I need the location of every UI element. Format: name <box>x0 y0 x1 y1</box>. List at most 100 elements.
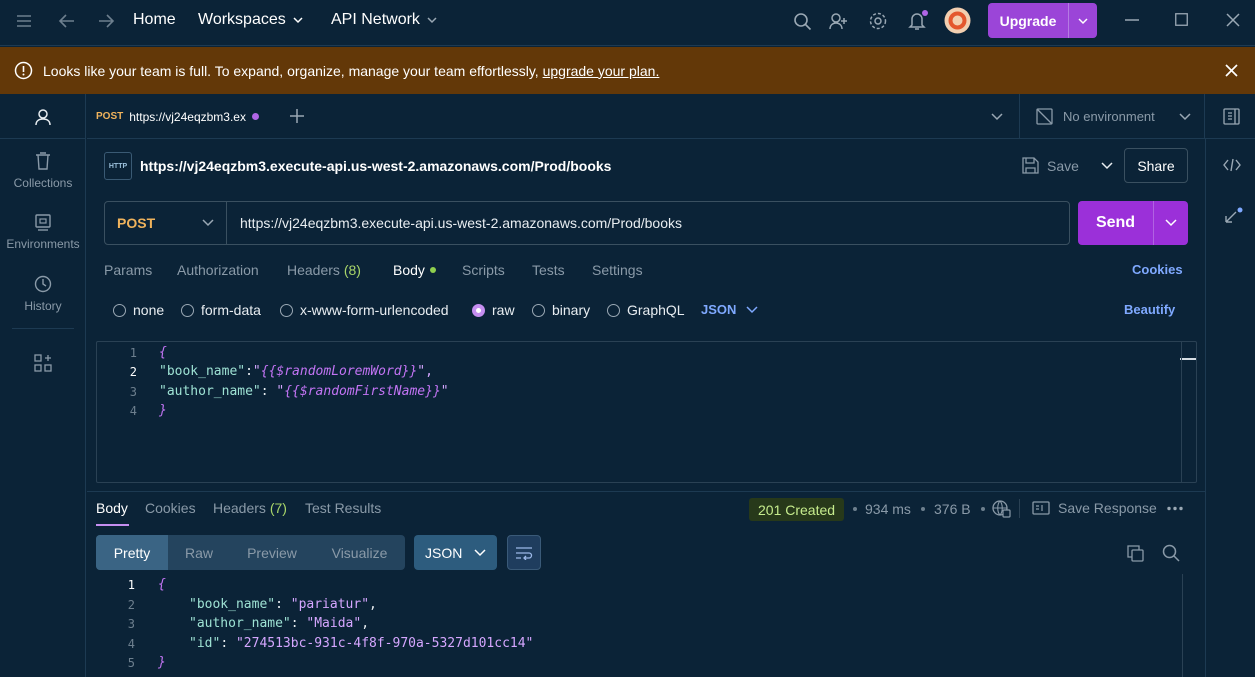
tab-label: Body <box>96 500 128 516</box>
response-format-select[interactable]: JSON <box>414 535 497 570</box>
response-view-tabs: Pretty Raw Preview Visualize <box>96 535 405 570</box>
chevron-down-icon[interactable] <box>1069 17 1097 25</box>
settings-gear-icon[interactable] <box>868 11 888 31</box>
network-globe-icon[interactable] <box>992 500 1011 518</box>
tab-label: Headers <box>213 500 266 516</box>
tab-authorization[interactable]: Authorization <box>177 262 259 278</box>
raw-format-select[interactable]: JSON <box>701 302 758 317</box>
related-collections-icon[interactable] <box>1223 207 1243 225</box>
save-button[interactable]: Save <box>1022 148 1113 183</box>
back-arrow-icon[interactable] <box>58 13 76 29</box>
nav-workspaces[interactable]: Workspaces <box>198 11 304 29</box>
response-time[interactable]: 934 ms <box>865 501 911 517</box>
wrap-lines-button[interactable] <box>507 535 541 570</box>
upgrade-plan-link[interactable]: upgrade your plan. <box>543 63 660 79</box>
environment-selector[interactable]: No environment <box>1019 94 1204 139</box>
response-tab-body[interactable]: Body <box>96 500 128 516</box>
radio-binary[interactable]: binary <box>532 302 590 318</box>
code-line: "id": "274513bc-931c-4f8f-970a-5327d101c… <box>189 636 534 651</box>
cookies-link[interactable]: Cookies <box>1132 262 1183 277</box>
new-tab-plus-icon[interactable] <box>289 108 305 124</box>
chevron-down-icon[interactable] <box>1154 219 1188 227</box>
nav-home[interactable]: Home <box>133 11 176 29</box>
radio-graphql[interactable]: GraphQL <box>607 302 685 318</box>
tab-body[interactable]: Body <box>393 262 436 278</box>
wrap-lines-icon <box>516 546 533 560</box>
response-size[interactable]: 376 B <box>934 501 971 517</box>
sidebar-item-history[interactable]: History <box>0 275 86 313</box>
method-select[interactable]: POST <box>105 202 227 244</box>
tab-headers[interactable]: Headers (8) <box>287 262 361 278</box>
tab-label: Tests <box>532 262 565 278</box>
tab-label: Body <box>393 262 425 278</box>
url-bar: POST <box>104 201 1070 245</box>
radio-none[interactable]: none <box>113 302 164 318</box>
tabs-dropdown-chevron-icon[interactable] <box>991 113 1003 121</box>
sidebar-item-collections[interactable]: Collections <box>0 152 86 190</box>
radio-raw[interactable]: raw <box>472 302 515 318</box>
search-response-icon[interactable] <box>1162 544 1180 562</box>
view-tab-pretty[interactable]: Pretty <box>96 535 168 570</box>
request-name[interactable]: https://vj24eqzbm3.execute-api.us-west-2… <box>140 158 611 174</box>
response-scrollbar-track <box>1182 574 1183 677</box>
request-body-editor[interactable]: 1 2 3 4 { "book_name":"{{$randomLoremWor… <box>96 341 1197 483</box>
code-snippet-icon[interactable] <box>1223 158 1241 172</box>
more-options-icon[interactable] <box>1167 506 1183 511</box>
status-badge[interactable]: 201 Created <box>749 498 845 521</box>
format-label: JSON <box>701 302 737 317</box>
close-window-icon[interactable] <box>1226 13 1240 27</box>
sidebar-item-environments[interactable]: Environments <box>0 214 86 251</box>
copy-icon[interactable] <box>1127 545 1144 562</box>
response-body-viewer[interactable]: 1 2 3 4 5 { "book_name": "pariatur", "au… <box>87 574 1205 677</box>
environment-quicklook-icon[interactable] <box>1223 108 1240 125</box>
send-button[interactable]: Send <box>1078 201 1188 245</box>
response-tab-headers[interactable]: Headers (7) <box>213 500 287 516</box>
search-icon[interactable] <box>793 12 812 31</box>
upgrade-button[interactable]: Upgrade <box>988 3 1097 38</box>
save-response-button[interactable]: Save Response <box>1032 500 1157 516</box>
response-tab-test-results[interactable]: Test Results <box>305 500 381 516</box>
response-tab-cookies[interactable]: Cookies <box>145 500 196 516</box>
chevron-down-icon <box>427 17 437 24</box>
request-tab[interactable]: POST https://vj24eqzbm3.ex <box>87 94 268 139</box>
notifications-bell-icon[interactable] <box>908 10 928 32</box>
tab-scripts[interactable]: Scripts <box>462 262 505 278</box>
sidebar: Collections Environments History <box>0 94 86 677</box>
status-text: 201 Created <box>758 501 836 518</box>
scrollbar-thumb[interactable] <box>1180 358 1196 360</box>
view-tab-visualize[interactable]: Visualize <box>314 535 405 570</box>
minimize-icon[interactable] <box>1125 19 1139 21</box>
tab-label: Settings <box>592 262 643 278</box>
user-icon[interactable] <box>34 108 52 126</box>
tab-settings[interactable]: Settings <box>592 262 643 278</box>
share-label: Share <box>1137 157 1175 174</box>
nav-home-label: Home <box>133 11 176 28</box>
chevron-down-icon <box>1179 112 1191 120</box>
beautify-link[interactable]: Beautify <box>1124 302 1175 317</box>
radio-urlencoded[interactable]: x-www-form-urlencoded <box>280 302 449 318</box>
response-divider[interactable] <box>87 491 1205 492</box>
chevron-down-icon <box>474 548 486 556</box>
forward-arrow-icon[interactable] <box>97 13 115 29</box>
unsaved-dot <box>251 113 259 120</box>
invite-user-icon[interactable] <box>829 12 849 31</box>
chevron-down-icon[interactable] <box>1101 161 1113 170</box>
menu-icon[interactable] <box>16 14 32 28</box>
maximize-icon[interactable] <box>1175 13 1188 26</box>
line-number: 4 <box>129 404 137 418</box>
nav-api-network[interactable]: API Network <box>331 11 438 29</box>
view-tab-raw[interactable]: Raw <box>168 535 230 570</box>
method-label: POST <box>117 215 156 231</box>
sidebar-item-label: Collections <box>13 176 73 190</box>
avatar[interactable] <box>944 7 971 34</box>
add-widget-icon[interactable] <box>34 354 52 372</box>
tab-tests[interactable]: Tests <box>532 262 565 278</box>
chevron-down-icon <box>293 17 303 24</box>
view-tab-preview[interactable]: Preview <box>230 535 314 570</box>
tab-params[interactable]: Params <box>104 262 152 278</box>
radio-form-data[interactable]: form-data <box>181 302 261 318</box>
share-button[interactable]: Share <box>1124 148 1188 183</box>
save-disk-icon <box>1022 157 1039 174</box>
url-input[interactable] <box>227 215 1069 231</box>
close-banner-icon[interactable] <box>1225 64 1238 77</box>
